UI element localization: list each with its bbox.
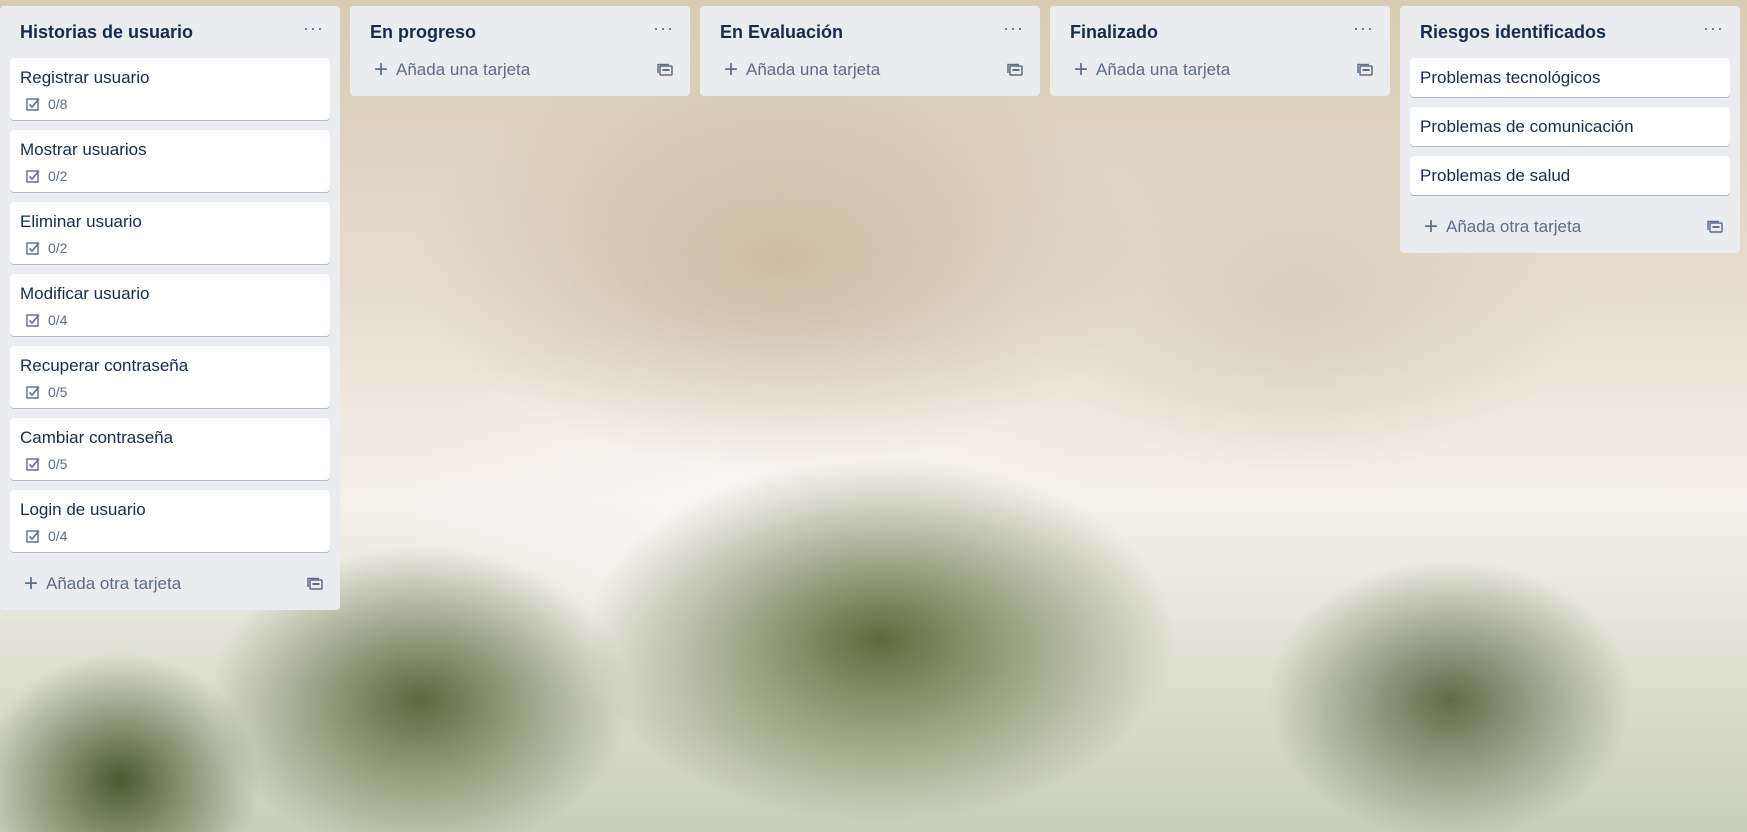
checklist-count: 0/4 [48, 312, 68, 328]
checklist-icon [26, 530, 40, 543]
card-title: Eliminar usuario [20, 212, 142, 231]
list-menu-button[interactable]: ··· [297, 19, 330, 37]
card-cambiar-contrasena[interactable]: Cambiar contraseña 0/5 [10, 418, 330, 480]
checklist-badge: 0/5 [20, 456, 320, 472]
list-title[interactable]: Finalizado [1070, 22, 1158, 43]
card-problemas-tecnologicos[interactable]: Problemas tecnológicos [1410, 58, 1730, 97]
list-en-progreso: En progreso ··· + Añada una tarjeta [350, 6, 690, 96]
add-card-button[interactable]: + Añada otra tarjeta [24, 570, 182, 597]
checklist-badge: 0/8 [20, 96, 320, 112]
card-title: Registrar usuario [20, 68, 150, 87]
card-title: Login de usuario [20, 500, 146, 519]
card-eliminar-usuario[interactable]: Eliminar usuario 0/2 [10, 202, 330, 264]
list-title[interactable]: En Evaluación [720, 22, 843, 43]
plus-icon: + [1074, 56, 1089, 83]
checklist-icon [26, 242, 40, 255]
card-title: Problemas de comunicación [1420, 117, 1634, 136]
list-menu-button[interactable]: ··· [1697, 19, 1730, 37]
add-card-label: Añada una tarjeta [1096, 60, 1231, 79]
list-header[interactable]: Riesgos identificados ··· [1410, 6, 1730, 58]
add-card-button[interactable]: + Añada una tarjeta [1074, 56, 1231, 83]
card-template-icon[interactable] [1006, 62, 1024, 78]
plus-icon: + [724, 56, 739, 83]
list-header[interactable]: En Evaluación ··· [710, 6, 1030, 58]
plus-icon: + [24, 570, 39, 597]
checklist-icon [26, 170, 40, 183]
card-problemas-de-salud[interactable]: Problemas de salud [1410, 156, 1730, 195]
card-title: Recuperar contraseña [20, 356, 189, 375]
add-card-label: Añada una tarjeta [746, 60, 881, 79]
card-title: Modificar usuario [20, 284, 150, 303]
list-menu-button[interactable]: ··· [997, 19, 1030, 37]
checklist-badge: 0/5 [20, 384, 320, 400]
card-mostrar-usuarios[interactable]: Mostrar usuarios 0/2 [10, 130, 330, 192]
add-card-button[interactable]: + Añada una tarjeta [724, 56, 881, 83]
list-riesgos-identificados: Riesgos identificados ··· Problemas tecn… [1400, 6, 1740, 253]
checklist-icon [26, 314, 40, 327]
checklist-badge: 0/4 [20, 312, 320, 328]
card-problemas-de-comunicacion[interactable]: Problemas de comunicación [1410, 107, 1730, 146]
card-recuperar-contrasena[interactable]: Recuperar contraseña 0/5 [10, 346, 330, 408]
list-title[interactable]: Riesgos identificados [1420, 22, 1606, 43]
add-card-label: Añada una tarjeta [396, 60, 531, 79]
list-header[interactable]: Historias de usuario ··· [10, 6, 330, 58]
card-template-icon[interactable] [656, 62, 674, 78]
list-historias-de-usuario: Historias de usuario ··· Registrar usuar… [0, 6, 340, 610]
add-card-label: Añada otra tarjeta [46, 574, 182, 593]
checklist-count: 0/2 [48, 240, 68, 256]
card-template-icon[interactable] [306, 576, 324, 592]
card-title: Problemas de salud [1420, 166, 1571, 185]
checklist-count: 0/5 [48, 384, 68, 400]
list-menu-button[interactable]: ··· [1347, 19, 1380, 37]
list-menu-button[interactable]: ··· [647, 19, 680, 37]
plus-icon: + [1424, 213, 1439, 240]
checklist-icon [26, 458, 40, 471]
card-registrar-usuario[interactable]: Registrar usuario 0/8 [10, 58, 330, 120]
add-card-label: Añada otra tarjeta [1446, 217, 1582, 236]
card-title: Problemas tecnológicos [1420, 68, 1601, 87]
checklist-count: 0/8 [48, 96, 68, 112]
card-login-de-usuario[interactable]: Login de usuario 0/4 [10, 490, 330, 552]
add-card-composer: + Añada otra tarjeta [1410, 205, 1730, 249]
list-en-evaluacion: En Evaluación ··· + Añada una tarjeta [700, 6, 1040, 96]
list-finalizado: Finalizado ··· + Añada una tarjeta [1050, 6, 1390, 96]
list-header[interactable]: Finalizado ··· [1060, 6, 1380, 58]
checklist-icon [26, 386, 40, 399]
list-header[interactable]: En progreso ··· [360, 6, 680, 58]
plus-icon: + [374, 56, 389, 83]
board-canvas: Historias de usuario ··· Registrar usuar… [0, 0, 1747, 832]
checklist-count: 0/2 [48, 168, 68, 184]
add-card-button[interactable]: + Añada una tarjeta [374, 56, 531, 83]
card-title: Mostrar usuarios [20, 140, 147, 159]
checklist-badge: 0/2 [20, 240, 320, 256]
checklist-count: 0/5 [48, 456, 68, 472]
card-modificar-usuario[interactable]: Modificar usuario 0/4 [10, 274, 330, 336]
add-card-button[interactable]: + Añada otra tarjeta [1424, 213, 1582, 240]
checklist-badge: 0/2 [20, 168, 320, 184]
checklist-icon [26, 98, 40, 111]
checklist-count: 0/4 [48, 528, 68, 544]
card-template-icon[interactable] [1356, 62, 1374, 78]
checklist-badge: 0/4 [20, 528, 320, 544]
add-card-composer: + Añada otra tarjeta [10, 562, 330, 606]
card-template-icon[interactable] [1706, 219, 1724, 235]
list-title[interactable]: Historias de usuario [20, 22, 193, 43]
list-title[interactable]: En progreso [370, 22, 476, 43]
card-title: Cambiar contraseña [20, 428, 174, 447]
